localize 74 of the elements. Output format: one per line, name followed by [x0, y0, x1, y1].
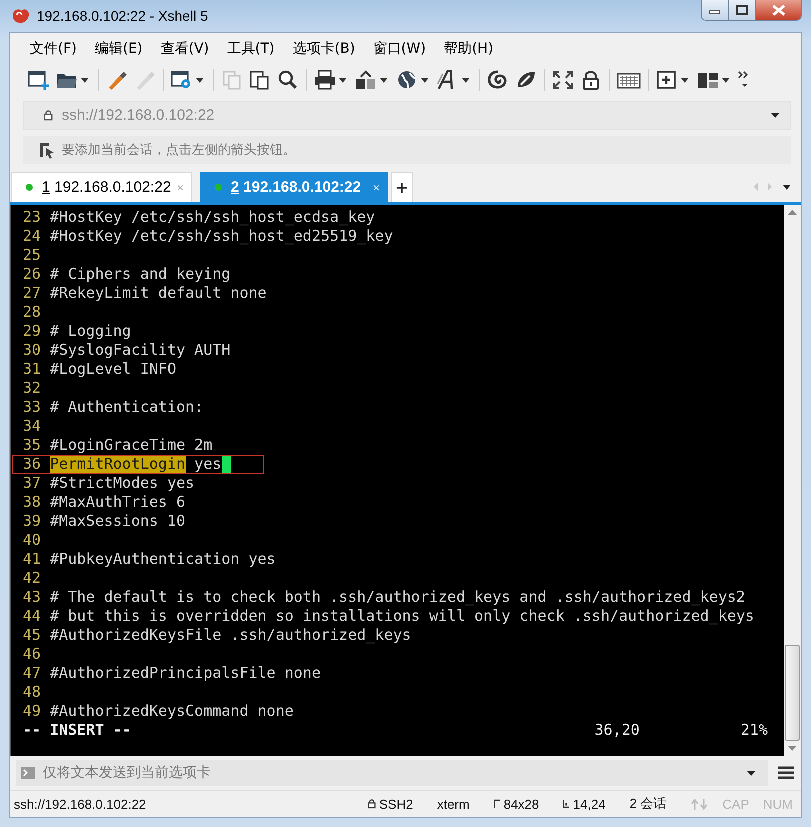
cursor-position: 36,20 — [594, 721, 640, 740]
menu-item[interactable]: 文件(F) — [30, 38, 84, 58]
terminal-type: xterm — [437, 796, 470, 812]
code-text: # Logging — [50, 322, 132, 341]
code-text: #AuthorizedPrincipalsFile none — [50, 664, 321, 683]
line-number: 26 — [23, 265, 42, 284]
line-number: 25 — [23, 246, 42, 265]
scroll-percent: 21% — [740, 721, 768, 740]
line-number: 35 — [23, 436, 42, 455]
send-input[interactable]: 仅将文本发送到当前选项卡 — [41, 764, 741, 782]
key-indicator: CAP — [722, 796, 750, 812]
line-number: 24 — [23, 227, 42, 246]
tab-label: 2 192.168.0.102:22 — [231, 179, 362, 196]
menu-item[interactable]: 帮助(H) — [444, 38, 501, 58]
line-number: 34 — [23, 417, 42, 436]
code-text: #AuthorizedKeysCommand none — [50, 702, 294, 721]
line-number: 33 — [23, 398, 42, 417]
tab-label: 1 192.168.0.102:22 — [42, 179, 172, 196]
session-count: 2 会话 — [630, 795, 667, 813]
code-text: # but this is overridden so installations will only check .ssh/authorized_keys — [50, 607, 754, 626]
line-number: 31 — [23, 360, 42, 379]
line-number: 42 — [23, 569, 42, 588]
line-number: 41 — [23, 550, 42, 569]
protocol-text: SSH2 — [379, 796, 414, 812]
code-text: # Ciphers and keying — [50, 265, 231, 284]
menu-item[interactable]: 窗口(W) — [373, 38, 434, 58]
key-indicator: NUM — [763, 796, 793, 812]
new-tab-button[interactable]: + — [391, 172, 413, 202]
line-number: 40 — [23, 531, 42, 550]
code-text: # Authentication: — [50, 398, 204, 417]
code-text: #PubkeyAuthentication yes — [50, 550, 276, 569]
code-text: #StrictModes yes — [50, 474, 195, 493]
menu-item[interactable]: 编辑(E) — [94, 38, 150, 58]
code-text: # The default is to check both .ssh/authorized_keys and .ssh/authorized_keys2 — [50, 588, 746, 607]
line-number: 45 — [23, 626, 42, 645]
code-text: #LogLevel INFO — [50, 360, 176, 379]
session-tab[interactable]: 1 192.168.0.102:22 × — [11, 172, 192, 202]
mode-indicator: -- INSERT -- — [23, 721, 132, 740]
line-number: 37 — [23, 474, 42, 493]
terminal-size: 84x28 — [504, 796, 540, 812]
menu-item[interactable]: 查看(V) — [160, 38, 216, 58]
line-number: 29 — [23, 322, 42, 341]
line-number: 27 — [23, 284, 42, 303]
cursor-position: 14,24 — [573, 796, 606, 812]
line-number: 23 — [23, 208, 42, 227]
session-tab[interactable]: 2 192.168.0.102:22 × — [200, 172, 388, 202]
line-number: 30 — [23, 341, 42, 360]
code-text: #HostKey /etc/ssh/ssh_host_ecdsa_key — [50, 208, 376, 227]
code-text: #MaxAuthTries 6 — [50, 493, 186, 512]
code-text: yes — [194, 455, 222, 474]
window-title: 192.168.0.102:22 - Xshell 5 — [37, 8, 208, 24]
code-text: #SyslogFacility AUTH — [50, 341, 231, 360]
line-number: 32 — [23, 379, 42, 398]
code-text: #LoginGraceTime 2m — [50, 436, 213, 455]
line-number: 44 — [23, 607, 42, 626]
line-number: 43 — [23, 588, 42, 607]
send-field[interactable]: 仅将文本发送到当前选项卡 — [16, 760, 768, 786]
line-number: 47 — [23, 664, 42, 683]
code-text: #AuthorizedKeysFile .ssh/authorized_keys — [50, 626, 412, 645]
code-text: #HostKey /etc/ssh/ssh_host_ed25519_key — [50, 227, 394, 246]
line-number: 36 — [23, 455, 42, 474]
line-number: 49 — [23, 702, 42, 721]
hint-text: 要添加当前会话，点击左侧的箭头按钮。 — [62, 142, 296, 159]
line-number: 38 — [23, 493, 42, 512]
line-number: 28 — [23, 303, 42, 322]
status-address: ssh://192.168.0.102:22 — [14, 796, 146, 812]
line-number: 39 — [23, 512, 42, 531]
line-number: 46 — [23, 645, 42, 664]
code-text: #RekeyLimit default none — [50, 284, 267, 303]
line-number: 48 — [23, 683, 42, 702]
menu-item[interactable]: 工具(T) — [227, 38, 282, 58]
code-text: #MaxSessions 10 — [50, 512, 186, 531]
menu-item[interactable]: 选项卡(B) — [292, 38, 362, 58]
search-match: PermitRootLogin — [50, 455, 186, 474]
